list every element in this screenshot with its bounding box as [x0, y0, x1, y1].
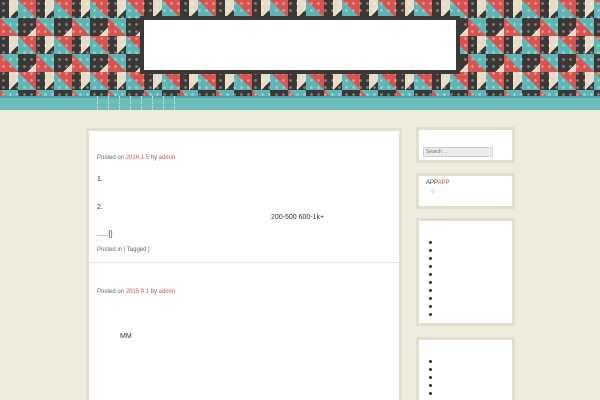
widget-list: [429, 241, 432, 321]
post-footer-meta: Posted in | Tagged |: [97, 247, 150, 253]
list-item[interactable]: [429, 305, 432, 308]
post-meta: Posted on 2016 1 5 by admin: [97, 155, 175, 161]
nav-item[interactable]: [174, 96, 175, 110]
list-item[interactable]: [429, 241, 432, 244]
list-item[interactable]: [429, 289, 432, 292]
search-input[interactable]: [423, 147, 493, 157]
list-item[interactable]: [429, 392, 432, 395]
post-line-2: 2.: [97, 204, 103, 211]
nav-item[interactable]: [130, 96, 131, 110]
posted-on-label: Posted on: [97, 155, 125, 161]
list-item[interactable]: [429, 360, 432, 363]
main-content: Posted on 2016 1 5 by admin 1. 2. 200-50…: [86, 128, 402, 400]
app-label: APP APP: [426, 180, 450, 186]
nav-item[interactable]: [97, 96, 98, 110]
by-label: by: [150, 155, 158, 161]
nav-item[interactable]: [163, 96, 164, 110]
nav-item[interactable]: [108, 96, 109, 110]
list-item[interactable]: [429, 273, 432, 276]
app-widget: APP APP ○: [416, 173, 515, 209]
post-meta: Posted on 2015 9 1 by admin: [97, 289, 175, 295]
by-label: by: [150, 289, 158, 295]
list-widget: [416, 337, 515, 400]
list-item[interactable]: [429, 384, 432, 387]
site-logo-box[interactable]: [140, 16, 460, 74]
list-item[interactable]: [429, 368, 432, 371]
app-label-1: APP: [426, 180, 438, 186]
nav-item[interactable]: [152, 96, 153, 110]
read-more-link[interactable]: ......[]: [97, 231, 113, 238]
list-item[interactable]: [429, 249, 432, 252]
post-price-range: 200-500 600-1k+: [271, 214, 325, 221]
app-label-2: APP: [437, 180, 450, 186]
post-body-text: MM: [120, 333, 132, 340]
nav-item[interactable]: [141, 96, 142, 110]
header-banner: [0, 0, 600, 96]
app-icon[interactable]: ○: [431, 189, 435, 195]
post-line-1: 1.: [97, 176, 103, 183]
search-widget: [416, 127, 515, 163]
list-item[interactable]: [429, 297, 432, 300]
post-date-link[interactable]: 2015 9 1: [126, 289, 149, 295]
list-item[interactable]: [429, 281, 432, 284]
posted-on-label: Posted on: [97, 289, 125, 295]
post-date-link[interactable]: 2016 1 5: [126, 155, 149, 161]
widget-list: [429, 360, 432, 400]
author-link[interactable]: admin: [159, 155, 175, 161]
list-item[interactable]: [429, 257, 432, 260]
nav-bar: [0, 96, 600, 110]
nav-item[interactable]: [119, 96, 120, 110]
author-link[interactable]: admin: [159, 289, 175, 295]
list-widget: [416, 218, 515, 326]
list-item[interactable]: [429, 376, 432, 379]
post-divider: [89, 262, 399, 263]
list-item[interactable]: [429, 265, 432, 268]
list-item[interactable]: [429, 313, 432, 316]
